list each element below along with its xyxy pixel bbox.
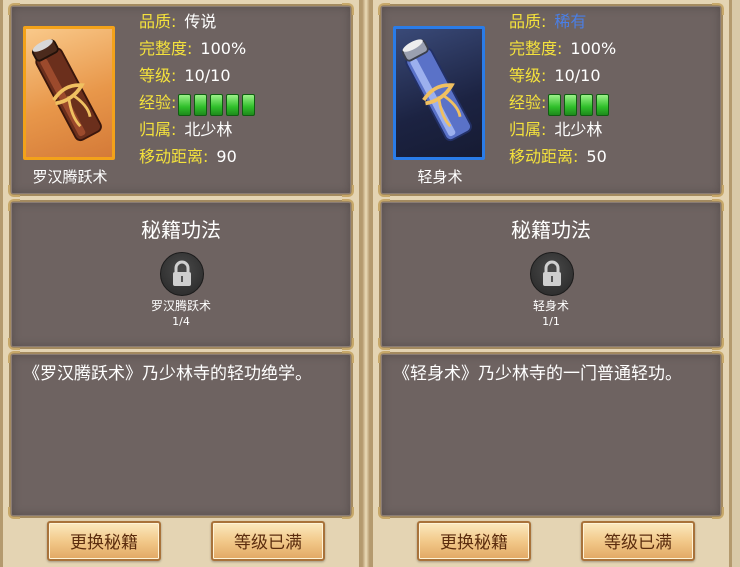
exp-pip — [194, 93, 208, 116]
exp-pip — [548, 93, 562, 116]
level-row: 等级: 10/10 — [509, 62, 616, 89]
book-name: 轻身术 — [417, 168, 463, 186]
level-value: 10/10 — [554, 66, 601, 85]
book-card-right: 轻身术 品质: 稀有 完整度: 100% 等级: 10/10 经验: 归属: 北少林 移… — [370, 0, 732, 567]
skill-count: 1/1 — [542, 315, 560, 328]
exp-label: 经验: — [139, 93, 177, 112]
move-row: 移动距离: 90 — [139, 143, 258, 170]
quality-row: 品质: 稀有 — [509, 8, 616, 35]
integrity-row: 完整度: 100% — [139, 35, 258, 62]
exp-pip — [226, 93, 240, 116]
column-divider — [362, 0, 370, 567]
scroll-item-icon[interactable] — [393, 26, 485, 160]
exp-row: 经验: — [509, 89, 616, 116]
quality-label: 品质: — [139, 12, 177, 31]
quality-value: 传说 — [184, 12, 217, 31]
quality-value: 稀有 — [554, 12, 587, 31]
belong-row: 归属: 北少林 — [139, 116, 258, 143]
level-label: 等级: — [509, 66, 547, 85]
belong-label: 归属: — [509, 120, 547, 139]
exp-pip — [210, 93, 224, 116]
skill-section-title: 秘籍功法 — [141, 218, 221, 242]
book-info-panel: 罗汉腾跃术 品质: 传说 完整度: 100% 等级: 10/10 经验: 归属: 北少林… — [8, 3, 354, 197]
skill-panel: 秘籍功法 罗汉腾跃术 1/4 — [8, 199, 354, 350]
scroll-icon — [401, 39, 472, 142]
description-panel: 《轻身术》乃少林寺的一门普通轻功。 — [378, 351, 724, 519]
quality-row: 品质: 传说 — [139, 8, 258, 35]
integrity-value: 100% — [200, 39, 247, 58]
description-text: 《轻身术》乃少林寺的一门普通轻功。 — [393, 364, 682, 384]
move-value: 90 — [216, 147, 237, 166]
skill-section-title: 秘籍功法 — [511, 218, 591, 242]
book-stats: 品质: 传说 完整度: 100% 等级: 10/10 经验: 归属: 北少林 移动距离:… — [139, 8, 258, 170]
exp-pip — [564, 93, 578, 116]
belong-value: 北少林 — [554, 120, 603, 139]
level-row: 等级: 10/10 — [139, 62, 258, 89]
exp-pip — [178, 93, 192, 116]
integrity-label: 完整度: — [509, 39, 563, 58]
exp-pip — [580, 93, 594, 116]
description-text: 《罗汉腾跃术》乃少林寺的轻功绝学。 — [23, 364, 312, 384]
exp-pip — [596, 93, 610, 116]
move-label: 移动距离: — [509, 147, 579, 166]
belong-row: 归属: 北少林 — [509, 116, 616, 143]
move-value: 50 — [586, 147, 607, 166]
level-max-button[interactable]: 等级已满 — [211, 521, 325, 561]
skill-count: 1/4 — [172, 315, 190, 328]
belong-label: 归属: — [139, 120, 177, 139]
scroll-icon — [31, 39, 102, 142]
skill-panel: 秘籍功法 轻身术 1/1 — [378, 199, 724, 350]
exp-row: 经验: — [139, 89, 258, 116]
book-stats: 品质: 稀有 完整度: 100% 等级: 10/10 经验: 归属: 北少林 移动距离:… — [509, 8, 616, 170]
skill-name: 罗汉腾跃术 — [150, 299, 211, 313]
exp-bar — [178, 90, 258, 117]
change-book-button[interactable]: 更换秘籍 — [47, 521, 161, 561]
exp-label: 经验: — [509, 93, 547, 112]
exp-pip — [242, 93, 256, 116]
level-value: 10/10 — [184, 66, 231, 85]
move-row: 移动距离: 50 — [509, 143, 616, 170]
change-book-button[interactable]: 更换秘籍 — [417, 521, 531, 561]
scroll-item-icon[interactable] — [23, 26, 115, 160]
level-max-button[interactable]: 等级已满 — [581, 521, 695, 561]
description-panel: 《罗汉腾跃术》乃少林寺的轻功绝学。 — [8, 351, 354, 519]
lock-icon[interactable] — [160, 252, 204, 296]
book-card-left: 罗汉腾跃术 品质: 传说 完整度: 100% 等级: 10/10 经验: 归属: 北少林… — [0, 0, 362, 567]
exp-bar — [548, 90, 612, 117]
move-label: 移动距离: — [139, 147, 209, 166]
book-name: 罗汉腾跃术 — [32, 168, 108, 186]
quality-label: 品质: — [509, 12, 547, 31]
integrity-label: 完整度: — [139, 39, 193, 58]
integrity-value: 100% — [570, 39, 617, 58]
skill-name: 轻身术 — [532, 299, 569, 313]
book-info-panel: 轻身术 品质: 稀有 完整度: 100% 等级: 10/10 经验: 归属: 北少林 移… — [378, 3, 724, 197]
lock-icon[interactable] — [530, 252, 574, 296]
integrity-row: 完整度: 100% — [509, 35, 616, 62]
belong-value: 北少林 — [184, 120, 233, 139]
level-label: 等级: — [139, 66, 177, 85]
